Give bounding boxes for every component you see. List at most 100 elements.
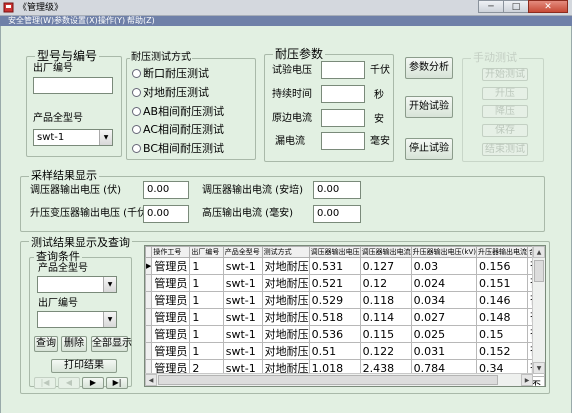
column-header[interactable]: 测试方式 <box>261 246 310 258</box>
table-cell[interactable]: 0.118 <box>359 291 412 309</box>
step-up-button[interactable]: 升压 <box>482 87 528 100</box>
analyze-button[interactable]: 参数分析 <box>405 57 453 79</box>
table-cell[interactable]: 对地耐压 <box>261 274 310 292</box>
table-cell[interactable]: swt-1 <box>222 308 263 326</box>
scroll-left-icon[interactable]: ◀ <box>145 374 157 386</box>
serial-input[interactable] <box>33 77 113 94</box>
radio-ground-test[interactable]: 对地耐压测试 <box>132 86 209 100</box>
chevron-down-icon[interactable]: ▼ <box>103 312 116 327</box>
table-cell[interactable]: 0.024 <box>410 274 477 292</box>
table-cell[interactable]: 0.034 <box>410 291 477 309</box>
table-cell[interactable]: 0.518 <box>308 308 361 326</box>
table-cell[interactable]: 0.51 <box>308 342 361 360</box>
column-header[interactable]: 升压器输出电流 <box>475 246 528 258</box>
table-cell[interactable]: 0.156 <box>475 257 528 275</box>
chevron-down-icon[interactable]: ▼ <box>99 130 112 145</box>
results-table[interactable]: 操作工号 出厂编号 产品全型号 测试方式 调压器输出电压 调压器输出电流 升压器… <box>144 245 546 387</box>
scroll-thumb[interactable] <box>534 260 544 282</box>
table-row[interactable]: 管理员1swt-1对地耐压0.5360.1150.0250.15否 <box>145 325 545 343</box>
table-cell[interactable]: 1 <box>189 342 224 360</box>
table-cell[interactable]: 1 <box>189 257 224 275</box>
table-cell[interactable]: 0.152 <box>475 342 528 360</box>
table-cell[interactable]: 对地耐压 <box>261 325 310 343</box>
table-cell[interactable]: 管理员 <box>151 257 191 275</box>
table-cell[interactable]: 对地耐压 <box>261 308 310 326</box>
save-button[interactable]: 保存 <box>482 124 528 137</box>
menu-params[interactable]: 参数设置(X) <box>54 15 98 26</box>
minimize-button[interactable]: ─ <box>478 0 504 13</box>
show-all-button[interactable]: 全部显示 <box>91 336 132 352</box>
table-row[interactable]: ▶管理员1swt-1对地耐压0.5310.1270.030.156否 <box>145 257 545 275</box>
table-cell[interactable]: 管理员 <box>151 325 191 343</box>
table-cell[interactable]: 管理员 <box>151 274 191 292</box>
query-model-select[interactable]: ▼ <box>37 276 117 293</box>
radio-ac-phase-test[interactable]: AC相间耐压测试 <box>132 123 224 137</box>
table-cell[interactable]: 0.146 <box>475 291 528 309</box>
voltage-input[interactable] <box>321 61 365 79</box>
table-cell[interactable]: swt-1 <box>222 257 263 275</box>
stop-test-button[interactable]: 停止试验 <box>405 138 453 160</box>
table-cell[interactable]: 0.122 <box>359 342 412 360</box>
table-cell[interactable]: 对地耐压 <box>261 342 310 360</box>
column-header[interactable]: 调压器输出电流 <box>359 246 412 258</box>
table-cell[interactable]: 0.531 <box>308 257 361 275</box>
leak-current-input[interactable] <box>321 132 365 150</box>
table-cell[interactable]: 1 <box>189 291 224 309</box>
radio-bc-phase-test[interactable]: BC相间耐压测试 <box>132 142 224 156</box>
close-button[interactable]: ✕ <box>528 0 568 13</box>
primary-current-input[interactable] <box>321 109 365 127</box>
scroll-up-icon[interactable]: ▲ <box>533 246 545 258</box>
column-header[interactable]: 出厂编号 <box>189 246 224 258</box>
table-cell[interactable]: 1 <box>189 274 224 292</box>
horizontal-scrollbar[interactable]: ◀ ▶ <box>145 373 533 386</box>
table-cell[interactable]: 0.529 <box>308 291 361 309</box>
manual-end-button[interactable]: 结束测试 <box>482 143 528 156</box>
table-cell[interactable]: 管理员 <box>151 308 191 326</box>
table-cell[interactable]: 管理员 <box>151 291 191 309</box>
table-cell[interactable]: 1 <box>189 325 224 343</box>
radio-ab-phase-test[interactable]: AB相间耐压测试 <box>132 105 224 119</box>
table-cell[interactable]: swt-1 <box>222 274 263 292</box>
column-header[interactable]: 操作工号 <box>151 246 191 258</box>
delete-button[interactable]: 删除 <box>61 336 87 352</box>
table-cell[interactable]: 0.536 <box>308 325 361 343</box>
column-header[interactable]: 调压器输出电压 <box>308 246 361 258</box>
table-cell[interactable]: 0.115 <box>359 325 412 343</box>
table-row[interactable]: 管理员1swt-1对地耐压0.5180.1140.0270.148否 <box>145 308 545 326</box>
scroll-thumb[interactable] <box>158 375 498 385</box>
nav-prev-button[interactable]: ◀ <box>58 377 80 389</box>
nav-first-button[interactable]: |◀ <box>34 377 56 389</box>
table-cell[interactable]: 对地耐压 <box>261 291 310 309</box>
table-cell[interactable]: 0.027 <box>410 308 477 326</box>
table-row[interactable]: 管理员1swt-1对地耐压0.5290.1180.0340.146否 <box>145 291 545 309</box>
menu-operation[interactable]: 操作(Y) <box>98 15 125 26</box>
nav-last-button[interactable]: ▶| <box>106 377 128 389</box>
scroll-down-icon[interactable]: ▼ <box>533 362 545 374</box>
model-select[interactable]: swt-1 ▼ <box>33 129 113 146</box>
table-row[interactable]: 管理员1swt-1对地耐压0.5210.120.0240.151否 <box>145 274 545 292</box>
table-cell[interactable]: 0.025 <box>410 325 477 343</box>
menu-security[interactable]: 安全管理(W) <box>8 15 54 26</box>
table-cell[interactable]: 1 <box>189 308 224 326</box>
radio-fracture-test[interactable]: 断口耐压测试 <box>132 67 209 81</box>
maximize-button[interactable]: □ <box>503 0 529 13</box>
column-header[interactable]: 升压器输出电压(kV) <box>410 246 477 258</box>
table-cell[interactable]: swt-1 <box>222 325 263 343</box>
step-down-button[interactable]: 降压 <box>482 105 528 118</box>
chevron-down-icon[interactable]: ▼ <box>103 277 116 292</box>
table-cell[interactable]: swt-1 <box>222 342 263 360</box>
query-serial-select[interactable]: ▼ <box>37 311 117 328</box>
menu-help[interactable]: 帮助(Z) <box>127 15 155 26</box>
table-cell[interactable]: 管理员 <box>151 342 191 360</box>
query-button[interactable]: 查询 <box>34 336 58 352</box>
nav-next-button[interactable]: ▶ <box>82 377 104 389</box>
start-test-button[interactable]: 开始试验 <box>405 96 453 118</box>
table-cell[interactable]: 对地耐压 <box>261 257 310 275</box>
column-header[interactable]: 产品全型号 <box>222 246 263 258</box>
table-cell[interactable]: 0.127 <box>359 257 412 275</box>
table-cell[interactable]: 0.148 <box>475 308 528 326</box>
duration-input[interactable] <box>321 85 365 103</box>
table-cell[interactable]: 0.03 <box>410 257 477 275</box>
vertical-scrollbar[interactable]: ▲ ▼ <box>532 246 545 374</box>
scroll-right-icon[interactable]: ▶ <box>521 374 533 386</box>
